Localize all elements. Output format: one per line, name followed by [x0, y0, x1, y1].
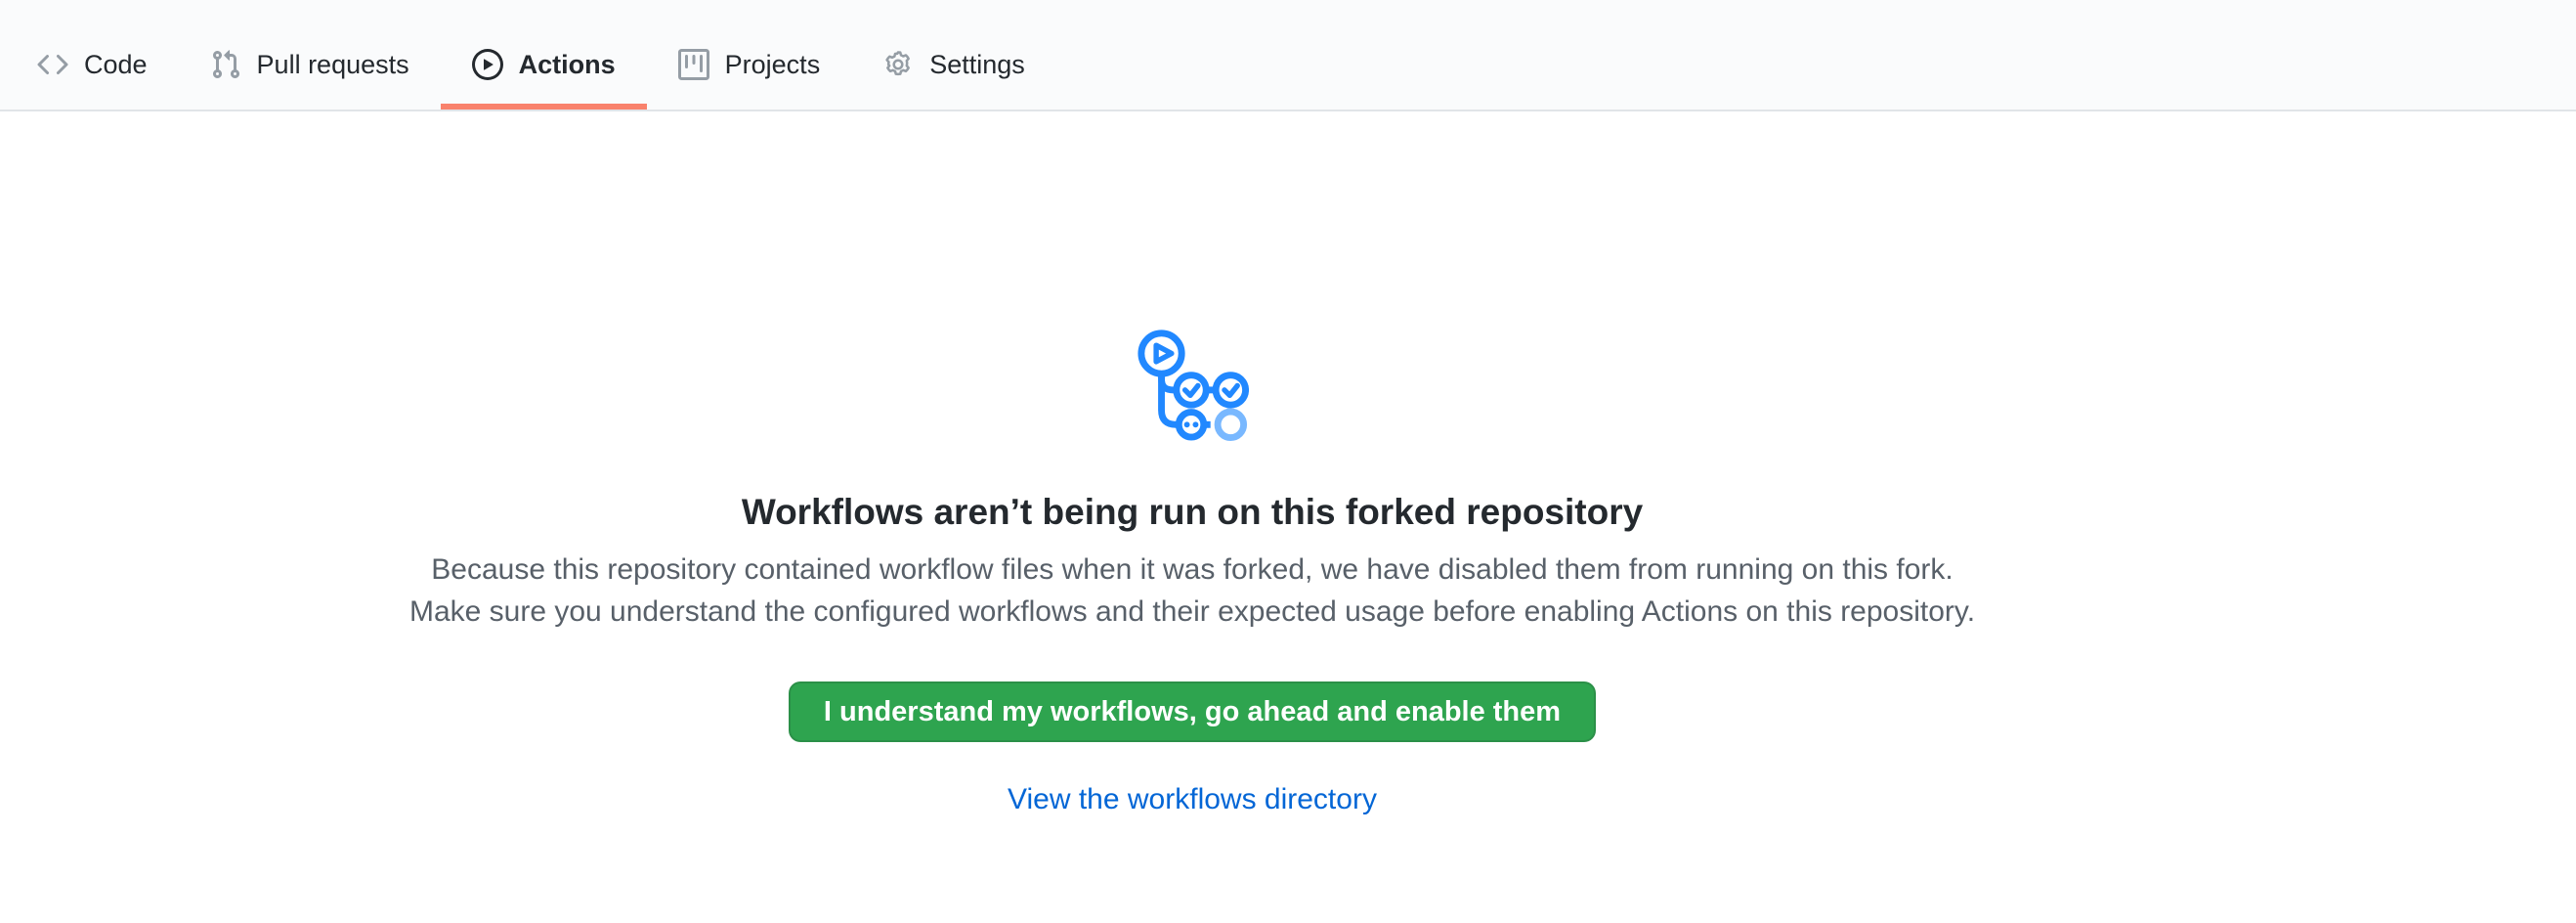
tab-actions[interactable]: Actions [441, 20, 647, 110]
git-pull-request-icon [210, 49, 241, 80]
gear-icon [882, 49, 914, 80]
tab-actions-label: Actions [519, 52, 616, 78]
play-icon [472, 49, 503, 80]
tab-code-label: Code [84, 52, 148, 78]
code-icon [37, 49, 68, 80]
tab-settings-label: Settings [929, 52, 1025, 78]
tab-pull-requests[interactable]: Pull requests [179, 20, 441, 110]
tab-settings[interactable]: Settings [851, 20, 1056, 110]
blankslate-description: Because this repository contained workfl… [406, 549, 1979, 633]
blankslate-heading: Workflows aren’t being run on this forke… [406, 491, 1979, 534]
tab-projects[interactable]: Projects [647, 20, 852, 110]
actions-disabled-blankslate: Workflows aren’t being run on this forke… [406, 111, 1979, 816]
view-workflows-directory-link[interactable]: View the workflows directory [1008, 783, 1377, 816]
tab-pull-requests-label: Pull requests [257, 52, 409, 78]
project-icon [678, 49, 709, 80]
tab-code[interactable]: Code [6, 20, 179, 110]
repo-tab-nav: Code Pull requests Actions Projects Sett… [0, 0, 2576, 111]
workflow-illustration-icon [1136, 325, 1249, 442]
tab-projects-label: Projects [725, 52, 821, 78]
enable-workflows-button[interactable]: I understand my workflows, go ahead and … [789, 681, 1596, 742]
